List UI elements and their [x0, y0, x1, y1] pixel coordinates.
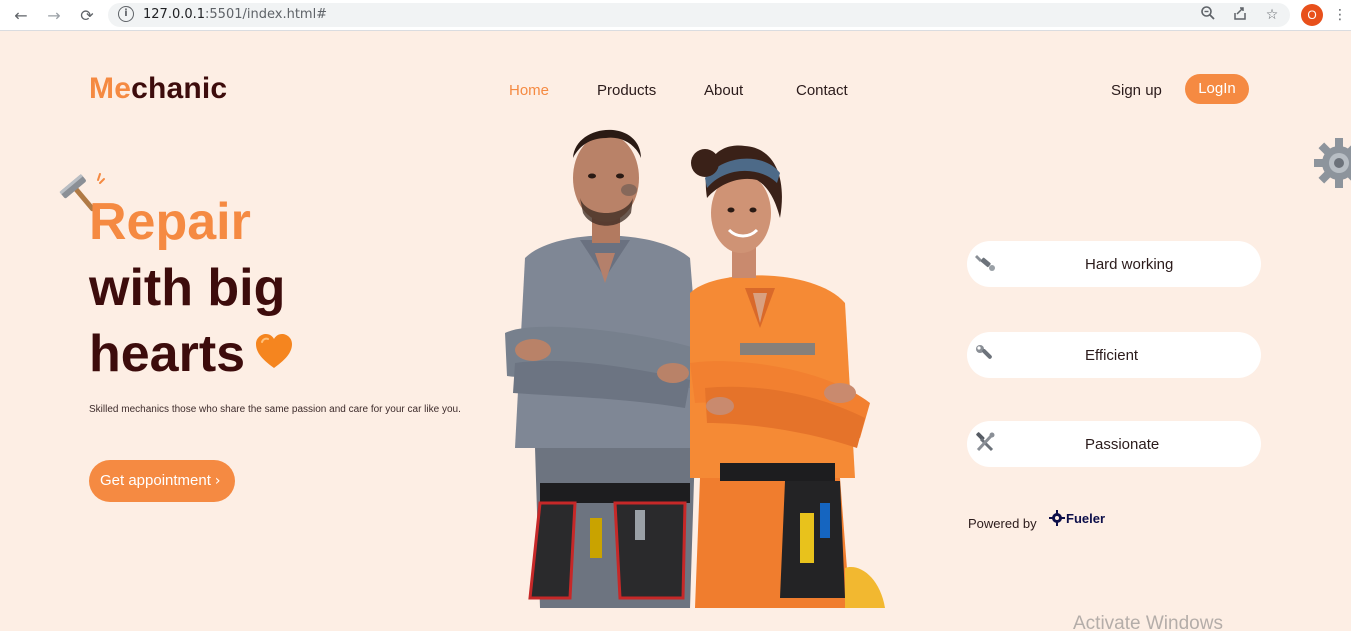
orange-heart-icon	[256, 334, 292, 368]
share-icon[interactable]	[1230, 5, 1250, 25]
logo-suffix: chanic	[131, 72, 228, 105]
address-bar[interactable]: i 127.0.0.1:5501/index.html#	[108, 3, 1290, 27]
activate-windows-watermark: Activate Windows	[1073, 613, 1223, 631]
url-path: :5501/index.html#	[205, 7, 328, 22]
signup-link[interactable]: Sign up	[1111, 82, 1162, 99]
mechanic-man-figure	[505, 129, 705, 608]
mechanic-woman-figure	[690, 145, 885, 608]
cta-label: Get appointment	[100, 472, 211, 489]
url-host: 127.0.0.1	[143, 7, 206, 22]
nav-products[interactable]: Products	[597, 82, 656, 99]
mechanics-hero-image	[505, 129, 885, 608]
wrench-icon	[976, 345, 992, 359]
fueler-brand-text: Fueler	[1066, 510, 1106, 526]
fueler-logo[interactable]: Fueler	[1049, 510, 1105, 526]
feature-passionate: Passionate	[967, 421, 1261, 467]
powered-by-text: Powered by	[968, 516, 1037, 531]
zoom-icon[interactable]	[1198, 5, 1218, 25]
hero-title-line3: hearts	[89, 325, 246, 383]
kebab-menu-icon[interactable]: ⋮	[1333, 5, 1347, 25]
fueler-gear-icon	[1049, 510, 1065, 526]
gear-icon	[1314, 138, 1351, 188]
nav-home[interactable]: Home	[509, 82, 549, 99]
hero-title-line2: with big	[89, 259, 286, 317]
site-logo[interactable]: Mechanic	[89, 72, 227, 106]
bookmark-star-icon[interactable]: ☆	[1262, 5, 1282, 25]
chevron-right-icon: ›	[214, 473, 221, 489]
hero-tagline: Skilled mechanics those who share the sa…	[89, 404, 461, 415]
forward-arrow-icon[interactable]: →	[44, 5, 64, 25]
wrench-bolt-icon	[975, 255, 995, 271]
login-button[interactable]: LogIn	[1185, 74, 1249, 104]
reload-icon[interactable]: ⟳	[77, 5, 97, 25]
feature-label: Hard working	[1085, 256, 1174, 273]
hammer-wrench-icon	[976, 432, 995, 452]
logo-prefix: Me	[89, 72, 132, 105]
feature-efficient: Efficient	[967, 332, 1261, 378]
back-arrow-icon[interactable]: ←	[11, 5, 31, 25]
browser-toolbar: ← → ⟳ i 127.0.0.1:5501/index.html# ☆ O ⋮	[0, 0, 1351, 31]
nav-contact[interactable]: Contact	[796, 82, 848, 99]
url-text[interactable]: 127.0.0.1:5501/index.html#	[143, 7, 327, 22]
nav-about[interactable]: About	[704, 82, 743, 99]
hero-title-line1: Repair	[89, 193, 251, 251]
feature-hard-working: Hard working	[967, 241, 1261, 287]
profile-avatar[interactable]: O	[1301, 4, 1323, 26]
get-appointment-button[interactable]: Get appointment ›	[89, 460, 235, 502]
feature-label: Efficient	[1085, 347, 1139, 364]
feature-label: Passionate	[1085, 436, 1160, 453]
site-info-icon[interactable]: i	[118, 6, 134, 22]
